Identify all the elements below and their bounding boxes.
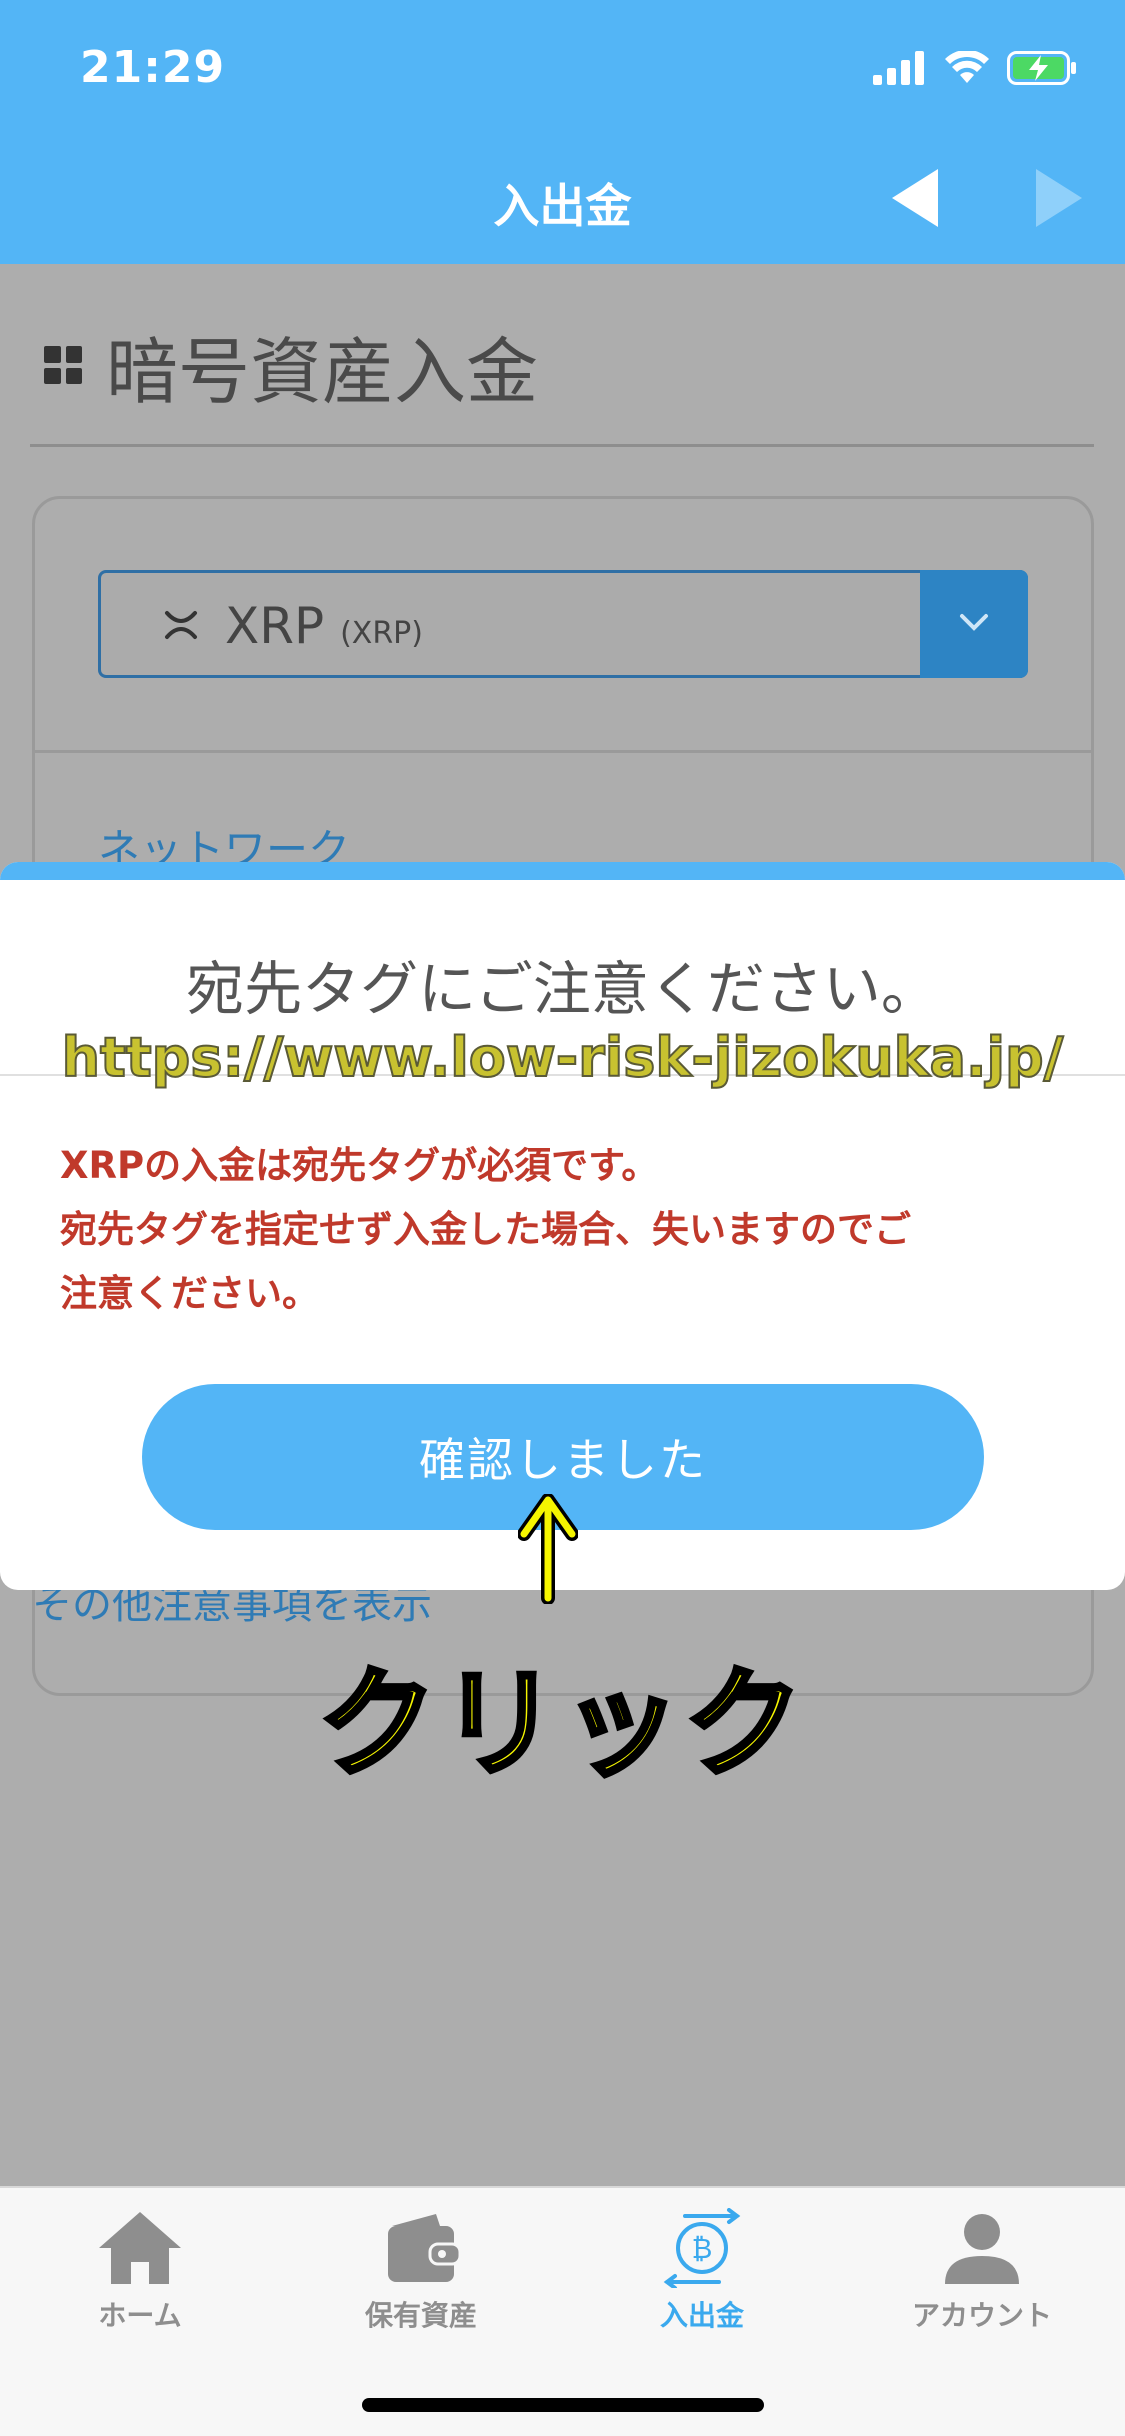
modal-title: 宛先タグにご注意ください。 [186, 955, 939, 1023]
nav-title: 入出金 [493, 179, 632, 233]
status-time: 21:29 [80, 42, 226, 93]
chevron-down-icon [960, 614, 988, 631]
modal-warning-text: XRPの入金は宛先タグが必須です。 宛先タグを指定せず入金した場合、失いますので… [60, 1134, 1070, 1326]
cellular-signal-icon [873, 51, 924, 85]
screen: 21:29 入出金 暗号資産入金 XRP (XRP) ネットワーク その他注意事… [0, 0, 1125, 2436]
watermark-url: https://www.low-risk-jizokuka.jp/ [61, 1025, 1065, 1090]
nav-forward-icon[interactable] [1026, 165, 1086, 231]
grid-icon [44, 346, 82, 384]
destination-tag-modal: 宛先タグにご注意ください。 XRPの入金は宛先タグが必須です。 宛先タグを指定せ… [0, 862, 1125, 1590]
person-icon [945, 2214, 1019, 2284]
header-divider [30, 444, 1094, 447]
currency-ticker: (XRP) [340, 616, 423, 651]
modal-accent-stripe [0, 862, 1125, 880]
tab-holdings[interactable]: 保有資産 [311, 2208, 531, 2348]
page-title: 暗号資産入金 [106, 329, 539, 414]
home-indicator [362, 2398, 764, 2412]
status-icons [873, 48, 1077, 88]
warning-line: XRPの入金は宛先タグが必須です。 [60, 1144, 659, 1187]
bitcoin-transfer-icon: ₿ [663, 2208, 741, 2288]
top-bar: 21:29 入出金 [0, 0, 1125, 264]
tab-home-label: ホーム [98, 2299, 182, 2332]
tab-home[interactable]: ホーム [30, 2208, 250, 2348]
wifi-icon [945, 51, 989, 83]
tab-account-label: アカウント [911, 2299, 1052, 2332]
tab-account[interactable]: アカウント [872, 2208, 1092, 2348]
warning-line: 宛先タグを指定せず入金した場合、失いますのでご [60, 1208, 911, 1251]
currency-select-value: XRP (XRP) [225, 597, 423, 655]
home-icon [99, 2212, 181, 2284]
xrp-icon [165, 611, 197, 639]
wallet-icon [388, 2214, 462, 2282]
battery-charging-icon [1007, 51, 1076, 85]
currency-name: XRP [225, 597, 325, 655]
tab-deposit-withdraw[interactable]: ₿ 入出金 [592, 2208, 812, 2348]
card-divider [32, 750, 1094, 753]
currency-select[interactable]: XRP (XRP) [98, 570, 1028, 678]
annotation-click-label: クリック [316, 1653, 807, 1796]
select-dropdown-button[interactable] [920, 570, 1028, 678]
page-header: 暗号資産入金 [44, 320, 538, 414]
nav-back-icon[interactable] [888, 165, 948, 231]
tab-holdings-label: 保有資産 [364, 2299, 477, 2332]
annotation-arrow-up-icon [518, 1494, 578, 1604]
svg-text:₿: ₿ [692, 2232, 713, 2265]
warning-line: 注意ください。 [60, 1272, 319, 1315]
tab-deposit-withdraw-label: 入出金 [659, 2299, 744, 2332]
